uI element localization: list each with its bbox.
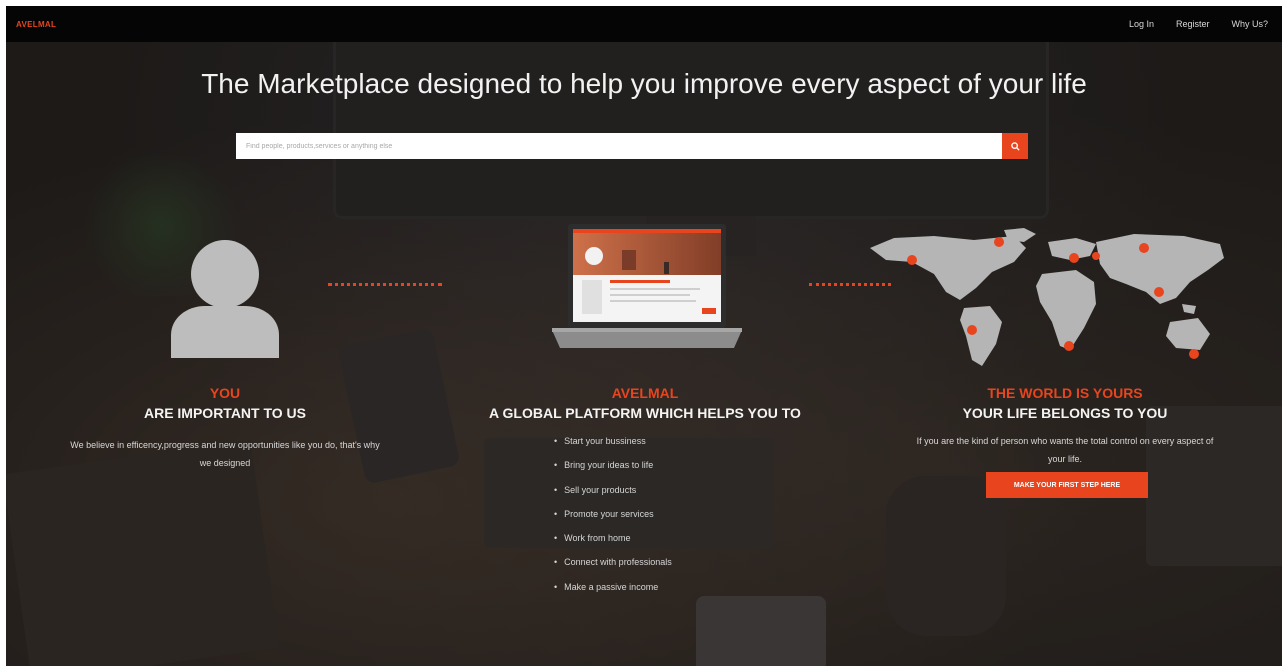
col1-accent-title: YOU xyxy=(209,385,241,401)
col2-title: A GLOBAL PLATFORM WHICH HELPS YOU TO xyxy=(489,405,801,421)
connector-dashes-left xyxy=(328,283,442,286)
list-item: Make a passive income xyxy=(554,578,672,602)
col3-body-line1: If you are the kind of person who wants … xyxy=(916,436,1214,446)
col1-body-line1: We believe in efficency,progress and new… xyxy=(70,440,380,450)
col3-title: YOUR LIFE BELONGS TO YOU xyxy=(962,405,1168,421)
background-hand xyxy=(886,476,1006,636)
col3-body: If you are the kind of person who wants … xyxy=(865,432,1265,468)
list-item: Sell your products xyxy=(554,481,672,505)
register-link[interactable]: Register xyxy=(1176,19,1210,29)
top-navbar: AVELMAL Log In Register Why Us? xyxy=(6,6,1282,42)
nav-links: Log In Register Why Us? xyxy=(1129,19,1268,29)
search-button[interactable] xyxy=(1002,133,1028,159)
search-input[interactable] xyxy=(236,132,1002,160)
list-item: Work from home xyxy=(554,529,672,553)
why-us-link[interactable]: Why Us? xyxy=(1231,19,1268,29)
search-bar xyxy=(236,132,1028,160)
user-avatar-icon xyxy=(171,240,279,358)
hero-headline: The Marketplace designed to help you imp… xyxy=(201,68,1087,99)
col2-accent-title: AVELMAL xyxy=(611,385,679,401)
laptop-icon xyxy=(552,224,742,348)
col3-accent-title: THE WORLD IS YOURS xyxy=(987,385,1143,401)
login-link[interactable]: Log In xyxy=(1129,19,1154,29)
background-notepad xyxy=(1146,406,1282,566)
search-icon xyxy=(1010,141,1020,151)
first-step-button[interactable]: MAKE YOUR FIRST STEP HERE xyxy=(986,472,1148,498)
background-tablet xyxy=(696,596,826,666)
list-item: Bring your ideas to life xyxy=(554,456,672,480)
brand-logo[interactable]: AVELMAL xyxy=(16,20,56,29)
world-map-icon xyxy=(870,228,1224,366)
col1-title: ARE IMPORTANT TO US xyxy=(143,405,307,421)
col2-feature-list: Start your bussiness Bring your ideas to… xyxy=(554,432,672,602)
list-item: Promote your services xyxy=(554,505,672,529)
background-monitor xyxy=(336,36,1046,216)
col3-body-line2: your life. xyxy=(1047,454,1082,464)
landing-page: AVELMAL Log In Register Why Us? The Mark… xyxy=(6,6,1282,666)
list-item: Connect with professionals xyxy=(554,553,672,577)
list-item: Start your bussiness xyxy=(554,432,672,456)
col1-body: We believe in efficency,progress and new… xyxy=(25,436,425,472)
background-notebook xyxy=(6,439,280,666)
col1-body-line2: we designed xyxy=(199,458,251,468)
